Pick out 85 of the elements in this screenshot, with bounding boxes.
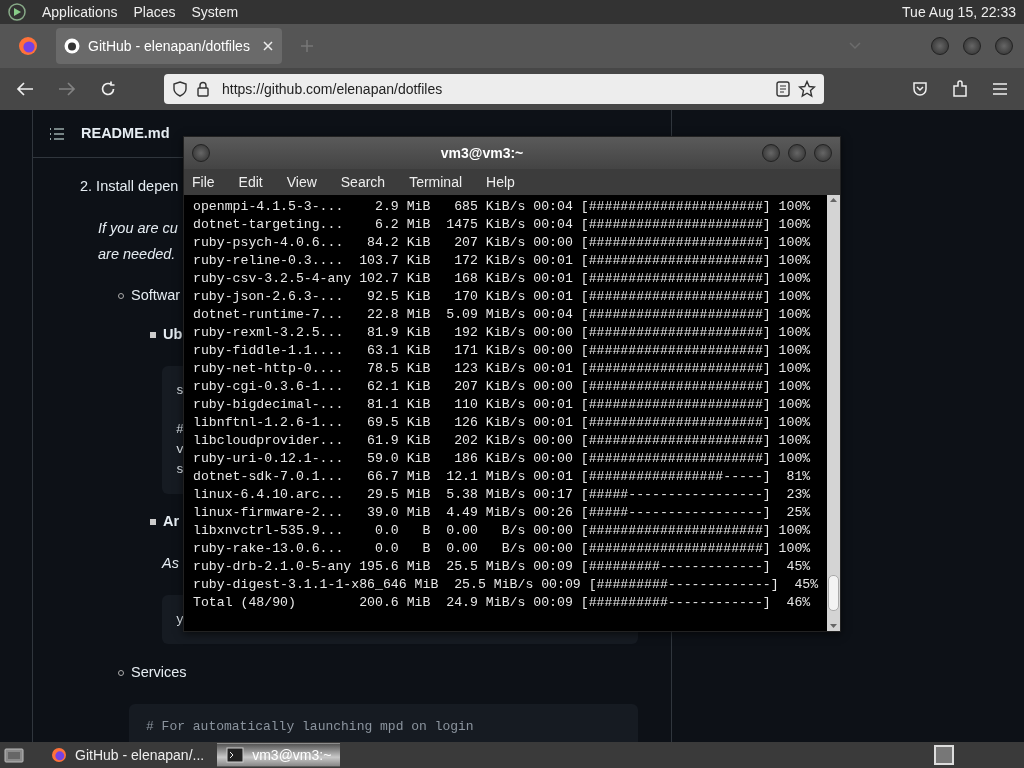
panel-menu[interactable]: System: [191, 1, 239, 23]
terminal-line: dotnet-runtime-7... 22.8 MiB 5.09 MiB/s 00:04 [######################] 100%: [193, 306, 811, 324]
list-icon[interactable]: [49, 126, 65, 141]
code-line: s: [176, 382, 184, 400]
list-item-text: Services: [131, 664, 187, 680]
terminal-line: openmpi-4.1.5-3-... 2.9 MiB 685 KiB/s 00:04 [######################] 100%: [193, 198, 811, 216]
window-button[interactable]: [931, 37, 949, 55]
terminal-line: ruby-reline-0.3.... 103.7 KiB 172 KiB/s 00:01 [######################] 100%: [193, 252, 811, 270]
close-icon[interactable]: [262, 40, 274, 52]
terminal-line: dotnet-sdk-7.0.1... 66.7 MiB 12.1 MiB/s 00:01 [#################-----] 81%: [193, 468, 811, 486]
scrollbar[interactable]: [827, 195, 840, 631]
terminal-line: ruby-net-http-0.... 78.5 KiB 123 KiB/s 00:01 [######################] 100%: [193, 360, 811, 378]
site-icon: [64, 38, 80, 54]
taskbar-button[interactable]: GitHub - elenapan/...: [42, 743, 214, 767]
terminal-line: ruby-rexml-3.2.5... 81.9 KiB 192 KiB/s 00:00 [######################] 100%: [193, 324, 811, 342]
reload-icon[interactable]: [100, 81, 116, 97]
scroll-up-icon[interactable]: [827, 195, 840, 205]
note-text: As: [162, 554, 179, 573]
show-desktop-icon[interactable]: [4, 746, 24, 764]
step-text: 2. Install depen: [80, 178, 179, 194]
window-button[interactable]: [963, 37, 981, 55]
menu-item[interactable]: Help: [486, 171, 515, 193]
window-button[interactable]: [788, 144, 806, 162]
back-icon[interactable]: [16, 81, 34, 97]
code-line: v: [176, 441, 184, 459]
panel-menu[interactable]: Applications: [42, 1, 118, 23]
terminal-line: ruby-csv-3.2.5-4-any 102.7 KiB 168 KiB/s 00:01 [######################] 100%: [193, 270, 811, 288]
terminal-line: ruby-drb-2.1.0-5-any 195.6 MiB 25.5 MiB/s 00:09 [#########-------------] 45%: [193, 558, 811, 576]
distro-logo-icon[interactable]: [8, 3, 26, 21]
file-title: README.md: [81, 123, 170, 143]
menu-item[interactable]: View: [286, 171, 317, 193]
code-line: s: [176, 461, 184, 479]
tab-title: GitHub - elenapan/dotfiles: [88, 36, 251, 56]
pocket-icon[interactable]: [912, 81, 928, 97]
terminal-line: ruby-bigdecimal-... 81.1 KiB 110 KiB/s 00:01 [######################] 100%: [193, 396, 811, 414]
note-text: are needed.: [98, 245, 176, 264]
menu-item[interactable]: Search: [340, 171, 386, 193]
window-button[interactable]: [995, 37, 1013, 55]
terminal-line: ruby-digest-3.1.1-1-x86_646 MiB 25.5 MiB/s 00:09 [#########-------------] 45%: [193, 576, 819, 594]
url-text: https://github.com/elenapan/dotfiles: [222, 79, 444, 99]
menu-item[interactable]: Terminal: [409, 171, 463, 193]
shield-icon: [172, 81, 188, 97]
panel-menu[interactable]: Places: [133, 1, 176, 23]
note-text: If you are cu: [98, 219, 178, 238]
reader-view-icon[interactable]: [776, 81, 790, 97]
firefox-icon[interactable]: [18, 36, 38, 56]
lock-icon: [196, 81, 210, 97]
terminal-icon: [226, 747, 245, 763]
terminal-line: ruby-rake-13.0.6... 0.0 B 0.00 B/s 00:00 [######################] 100%: [193, 540, 811, 558]
clock[interactable]: Tue Aug 15, 22:33: [902, 1, 1016, 23]
menu-item[interactable]: Edit: [238, 171, 263, 193]
terminal-line: dotnet-targeting... 6.2 MiB 1475 KiB/s 00:04 [######################] 100%: [193, 216, 811, 234]
window-button[interactable]: [762, 144, 780, 162]
terminal-line: libnftnl-1.2.6-1... 69.5 KiB 126 KiB/s 00:01 [######################] 100%: [193, 414, 811, 432]
workspace-switcher[interactable]: [934, 745, 954, 765]
terminal-line: libxnvctrl-535.9... 0.0 B 0.00 B/s 00:00 [######################] 100%: [193, 522, 811, 540]
bullet-icon: [150, 332, 156, 339]
list-item-text: Softwar: [131, 287, 181, 303]
star-icon[interactable]: [798, 80, 816, 98]
window-button[interactable]: [814, 144, 832, 162]
address-bar[interactable]: https://github.com/elenapan/dotfiles: [164, 74, 824, 104]
puzzle-icon[interactable]: [952, 80, 968, 98]
terminal-line: ruby-cgi-0.3.6-1... 62.1 KiB 207 KiB/s 00:00 [######################] 100%: [193, 378, 811, 396]
scroll-down-icon[interactable]: [827, 621, 840, 631]
terminal-line: libcloudprovider... 61.9 KiB 202 KiB/s 00:00 [######################] 100%: [193, 432, 811, 450]
menu-item[interactable]: File: [192, 171, 215, 193]
terminal-line: linux-6.4.10.arc... 29.5 MiB 5.38 MiB/s 00:17 [#####-----------------] 23%: [193, 486, 811, 504]
browser-tab[interactable]: GitHub - elenapan/dotfiles: [56, 28, 282, 64]
window-title: vm3@vm3:~: [439, 143, 525, 163]
code-line: #: [176, 421, 184, 439]
terminal-line: ruby-json-2.6.3-... 92.5 KiB 170 KiB/s 00:01 [######################] 100%: [193, 288, 811, 306]
code-line: # For automatically launching mpd on login: [146, 718, 474, 736]
terminal-line: linux-firmware-2... 39.0 MiB 4.49 MiB/s 00:26 [#####-----------------] 25%: [193, 504, 811, 522]
menu-icon[interactable]: [992, 82, 1008, 96]
bullet-icon: [150, 519, 156, 526]
list-item-text: Ar: [163, 513, 180, 529]
scroll-thumb[interactable]: [828, 575, 839, 611]
terminal-line: Total (48/90) 200.6 MiB 24.9 MiB/s 00:09 [##########------------] 46%: [193, 594, 811, 612]
list-item-text: Ub: [163, 326, 183, 342]
terminal-line: ruby-uri-0.12.1-... 59.0 KiB 186 KiB/s 00:00 [######################] 100%: [193, 450, 811, 468]
firefox-icon: [51, 747, 67, 763]
window-menu-button[interactable]: [192, 144, 210, 162]
code-line: y: [176, 611, 184, 629]
terminal-line: ruby-fiddle-1.1.... 63.1 KiB 171 KiB/s 00:00 [######################] 100%: [193, 342, 811, 360]
terminal-line: ruby-psych-4.0.6... 84.2 KiB 207 KiB/s 00:00 [######################] 100%: [193, 234, 811, 252]
